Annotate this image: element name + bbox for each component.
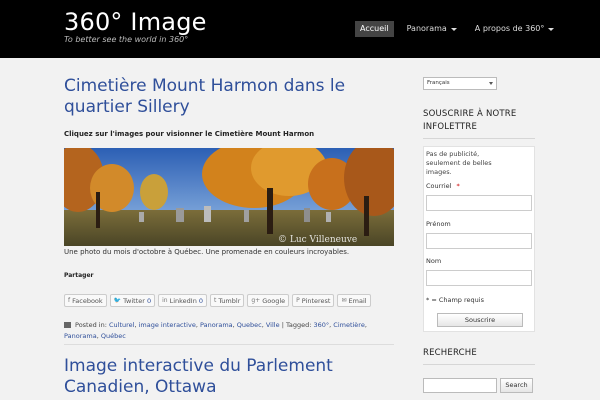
share-button-label: Email (348, 296, 367, 305)
nav-item-label: Panorama (406, 24, 447, 33)
share-button-label: Tumblr (218, 296, 241, 305)
share-facebook-button[interactable]: f Facebook (64, 294, 107, 307)
required-note: * = Champ requis (426, 296, 484, 304)
email-icon: ✉ (341, 297, 347, 304)
tag-link[interactable]: Panorama (64, 332, 97, 340)
nav-item-label: Accueil (360, 24, 389, 33)
category-link[interactable]: Panorama (200, 321, 233, 329)
facebook-icon: f (68, 297, 71, 304)
search-input[interactable] (423, 378, 497, 393)
post-title-line: Canadien, Ottawa (64, 377, 217, 397)
subscribe-button[interactable]: Souscrire (437, 313, 523, 327)
post-caption: Une photo du mois d'octobre à Québec. Un… (64, 248, 350, 256)
post-meta: Posted in: Culturel, image interactive, … (64, 321, 367, 340)
newsletter-title: SOUSCRIRE À NOTRE INFOLETTRE (423, 108, 516, 134)
post-divider (64, 344, 394, 345)
google-plus-icon: g+ (251, 297, 261, 304)
tag-link[interactable]: 360° (313, 321, 329, 329)
chevron-down-icon (548, 27, 555, 31)
post-intro: Cliquez sur l'images pour visionner le C… (64, 130, 315, 138)
share-button-label: Twitter (123, 296, 145, 305)
posted-in-label: Posted in: (75, 321, 107, 329)
post-title-line: Image interactive du Parlement (64, 356, 333, 376)
linkedin-icon: in (162, 297, 168, 304)
newsletter-title-line: INFOLETTRE (423, 122, 478, 132)
newsletter-title-line: SOUSCRIRE À NOTRE (423, 109, 517, 119)
category-link[interactable]: Quebec (237, 321, 262, 329)
widget-divider (423, 138, 535, 139)
category-link[interactable]: Culturel (109, 321, 134, 329)
share-button-label: Pinterest (301, 296, 331, 305)
site-title[interactable]: 360° Image (64, 8, 207, 36)
pinterest-icon: P (296, 297, 300, 304)
share-label: Partager (64, 272, 94, 279)
panorama-photo: © Luc Villeneuve (64, 148, 394, 246)
first-name-label: Prénom (426, 220, 451, 228)
widget-divider (423, 364, 535, 365)
share-pinterest-button[interactable]: P Pinterest (292, 294, 335, 307)
newsletter-description: Pas de publicité, seulement de belles im… (426, 150, 492, 176)
nav-item-panorama[interactable]: Panorama (402, 21, 462, 37)
tagged-label: | Tagged: (281, 321, 312, 329)
last-name-label: Nom (426, 257, 442, 265)
watermark-text: © Luc Villeneuve (278, 235, 357, 245)
share-button-label: LinkedIn (169, 296, 197, 305)
chevron-down-icon (450, 27, 457, 31)
share-count: 0 (198, 296, 203, 305)
share-twitter-button[interactable]: 🐦 Twitter 0 (109, 294, 156, 307)
share-linkedin-button[interactable]: in LinkedIn 0 (158, 294, 207, 307)
field-label: Courriel (426, 182, 452, 190)
category-link[interactable]: Ville (266, 321, 280, 329)
email-field[interactable] (426, 195, 532, 211)
category-link[interactable]: image interactive (139, 321, 196, 329)
nav-item-accueil[interactable]: Accueil (355, 21, 394, 37)
language-select[interactable]: Français (423, 77, 497, 90)
share-google-button[interactable]: g+ Google (247, 294, 290, 307)
post-title[interactable]: Image interactive du Parlement Canadien,… (64, 356, 333, 398)
search-button[interactable]: Search (500, 378, 533, 393)
nav-item-label: A propos de 360° (474, 24, 545, 33)
post-title-line: Cimetière Mount Harmon dans le (64, 76, 346, 96)
nav-item-a-propos[interactable]: A propos de 360° (470, 21, 560, 37)
tumblr-icon: t (213, 297, 217, 304)
share-button-label: Facebook (72, 296, 103, 305)
newsletter-form: Pas de publicité, seulement de belles im… (423, 146, 535, 332)
email-field-label: Courriel * (426, 182, 460, 190)
post-title-line: quartier Sillery (64, 97, 190, 117)
share-count: 0 (146, 296, 152, 305)
panorama-image[interactable]: © Luc Villeneuve (64, 148, 394, 246)
first-name-field[interactable] (426, 233, 532, 249)
search-title: RECHERCHE (423, 348, 477, 358)
share-tumblr-button[interactable]: t Tumblr (209, 294, 245, 307)
language-selected: Français (427, 80, 450, 86)
required-marker: * (456, 182, 460, 190)
share-email-button[interactable]: ✉ Email (337, 294, 371, 307)
share-button-label: Google (262, 296, 286, 305)
site-tagline: To better see the world in 360° (64, 35, 189, 44)
share-buttons: f Facebook 🐦 Twitter 0 in LinkedIn 0 t T… (64, 294, 374, 307)
last-name-field[interactable] (426, 270, 532, 286)
chevron-down-icon (489, 82, 493, 85)
post-title[interactable]: Cimetière Mount Harmon dans le quartier … (64, 76, 345, 118)
tag-link[interactable]: Québec (101, 332, 126, 340)
twitter-icon: 🐦 (113, 297, 122, 304)
site-header: 360° Image To better see the world in 36… (0, 0, 600, 58)
folder-icon (64, 322, 71, 328)
main-nav: Accueil Panorama A propos de 360° (355, 21, 567, 37)
tag-link[interactable]: Cimetière (333, 321, 365, 329)
